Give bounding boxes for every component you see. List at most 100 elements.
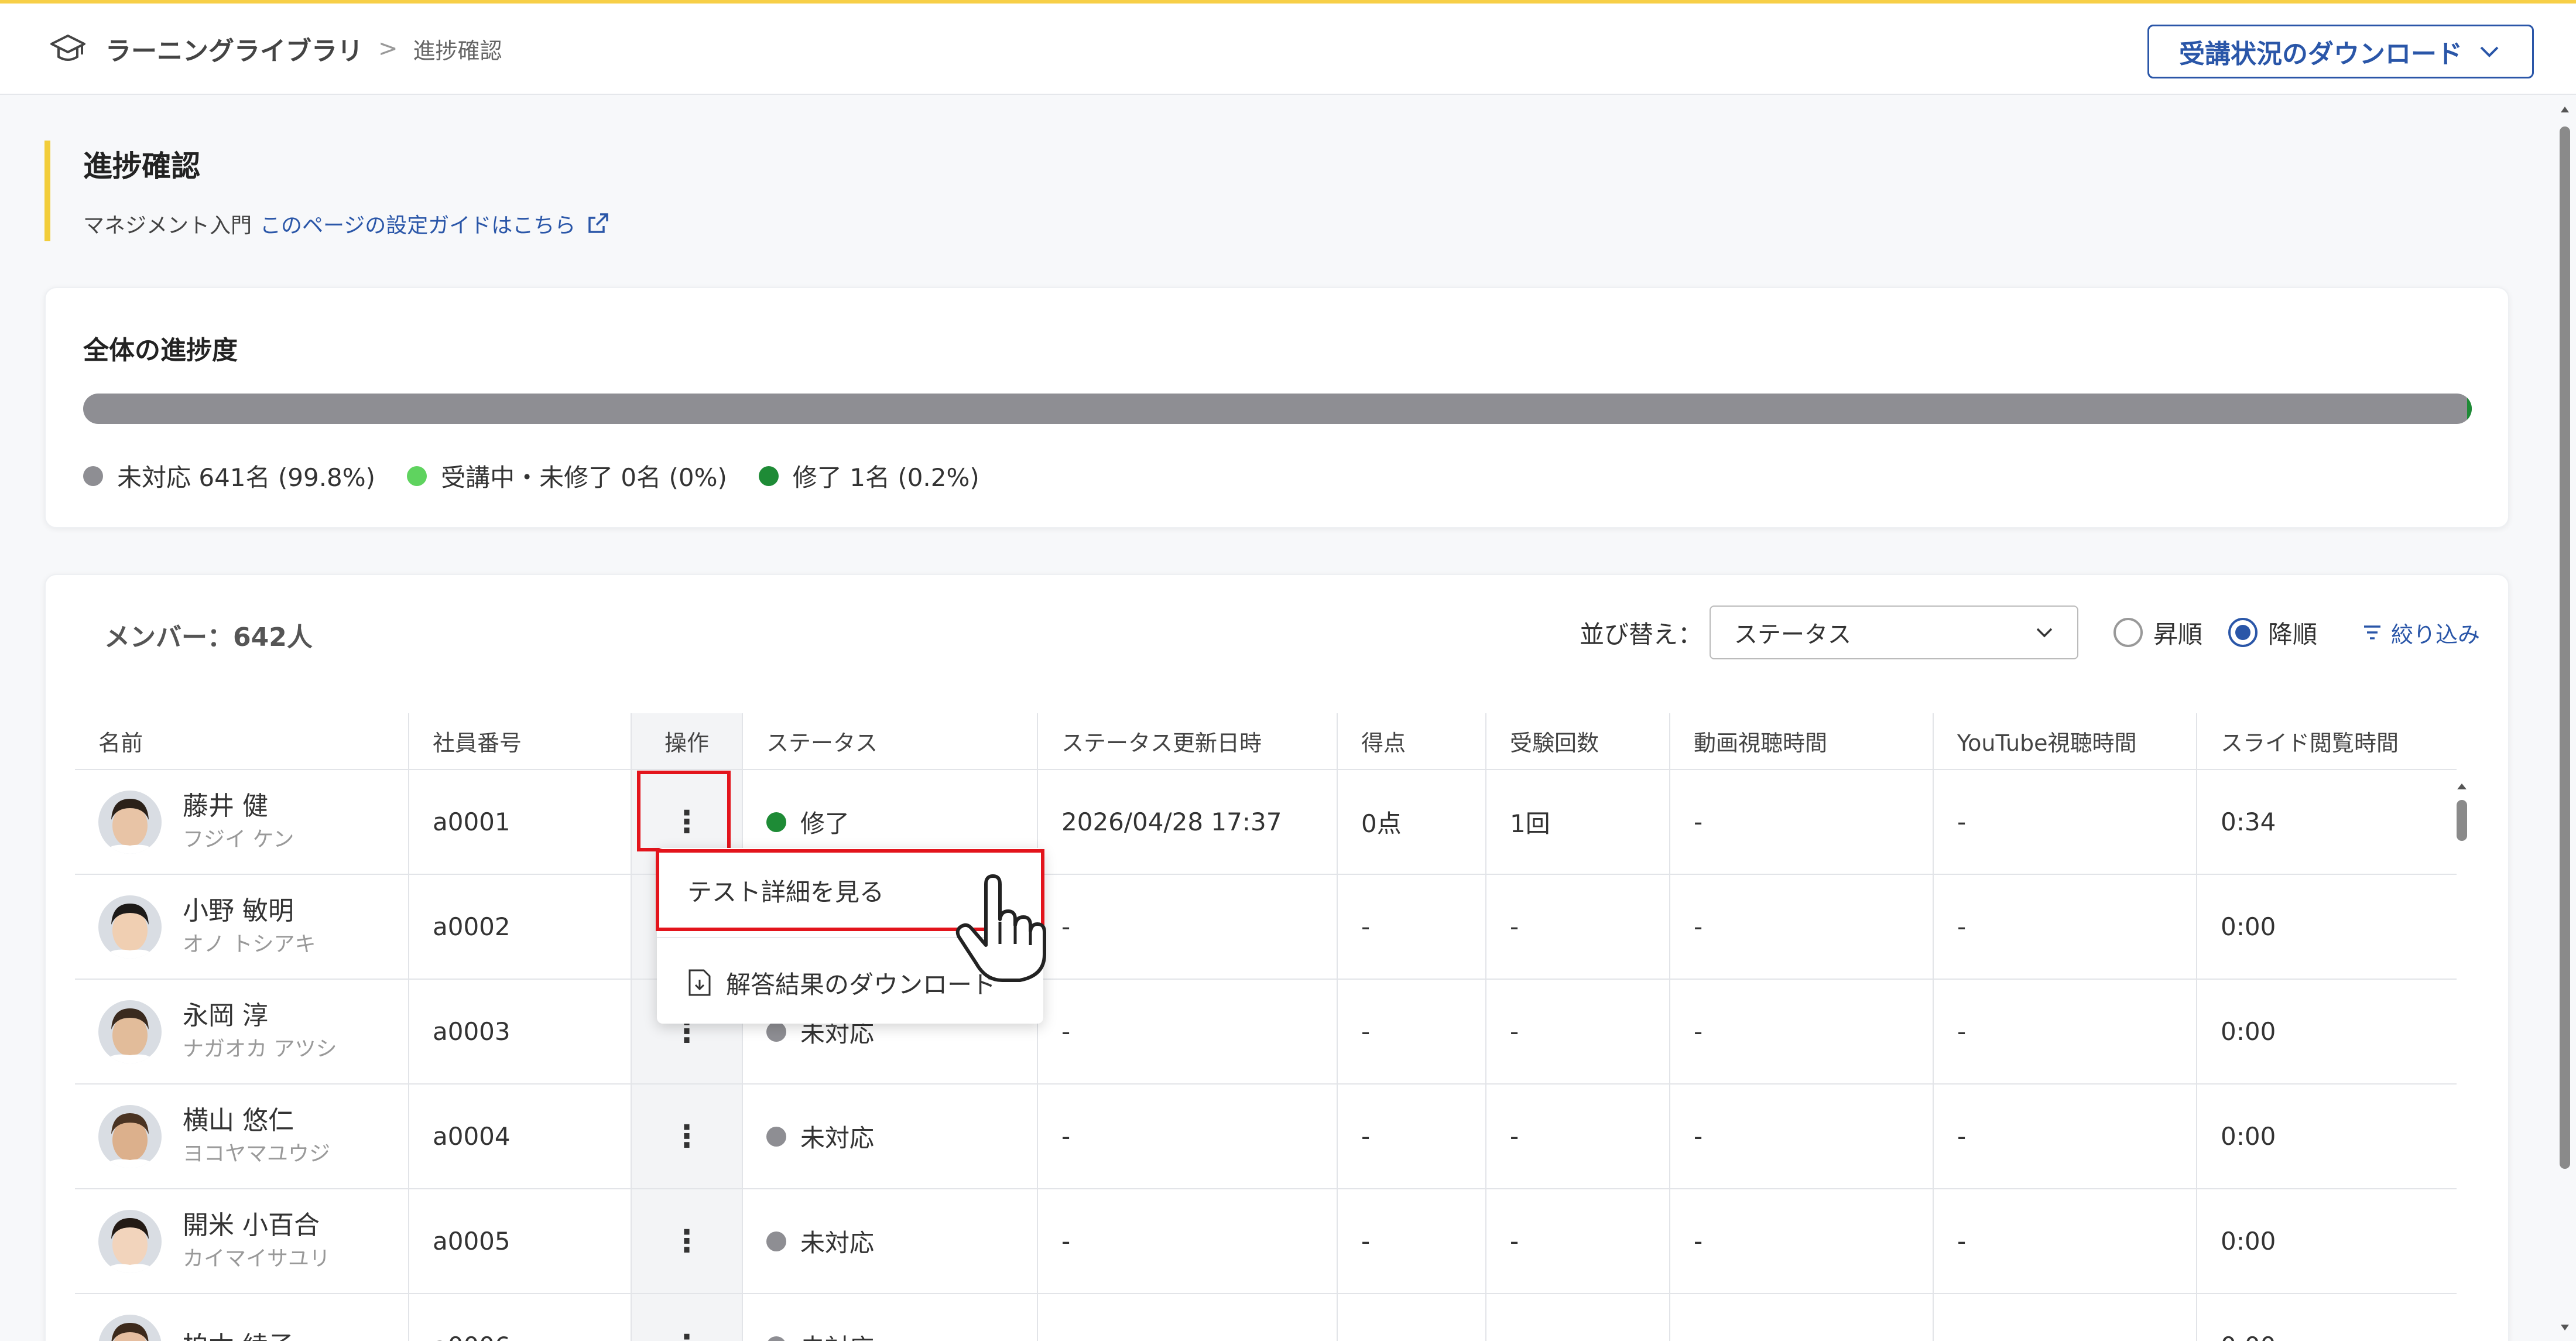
status-label: 未対応 — [800, 1124, 875, 1152]
member-name[interactable]: 柏木 綾子 — [183, 1329, 294, 1341]
table-row[interactable]: 横山 悠仁 ヨコヤマユウジ a0004 ⋮ 未対応 - - - - -0:00 — [75, 1084, 2457, 1189]
page-scrollbar-thumb[interactable] — [2560, 126, 2570, 1169]
progress-legend: 未対応 641名 (99.8%) 受講中・未修了 0名 (0%) 修了 1名 (… — [83, 458, 979, 494]
cell-youtube-time: - — [1933, 979, 2197, 1085]
cell-actions: ⋮ — [631, 1294, 743, 1341]
scroll-up-arrow-icon[interactable] — [2558, 103, 2571, 115]
column-header-status-updated: ステータス更新日時 — [1037, 713, 1338, 770]
cell-youtube-time: - — [1933, 1084, 2197, 1189]
overall-progress-title: 全体の進捗度 — [83, 336, 238, 365]
member-name-text: 小野 敏明 オノ トシアキ — [183, 894, 316, 960]
page-title: 進捗確認 — [83, 149, 200, 183]
highlight-actions-button — [637, 771, 731, 851]
radio-circle — [2113, 618, 2143, 647]
cell-score — [1337, 1294, 1486, 1341]
cell-employee-id: a0004 — [409, 1084, 632, 1189]
avatar — [98, 1314, 162, 1341]
more-options-icon[interactable]: ⋮ — [672, 1329, 702, 1341]
scroll-down-arrow-icon[interactable] — [2558, 1322, 2571, 1334]
graduation-cap-icon — [50, 35, 85, 61]
table-row[interactable]: 永岡 淳ナガオカ アツシ a0003 ⋮ 未対応 - - - - -0:00 — [75, 979, 2457, 1085]
cell-employee-id: a0002 — [409, 874, 632, 980]
download-status-button[interactable]: 受講状況のダウンロード — [2147, 25, 2534, 78]
cell-slide-time: 0:00 — [2197, 1084, 2457, 1189]
cell-status: 未対応 — [742, 1189, 1038, 1294]
legend-dot — [83, 466, 103, 486]
column-header-slide-time: スライド閲覧時間 — [2197, 713, 2457, 770]
column-header-employee-id: 社員番号 — [409, 713, 632, 770]
member-name[interactable]: 開米 小百合 — [183, 1208, 330, 1243]
cell-youtube-time: - — [1933, 1189, 2197, 1294]
table-row[interactable]: 小野 敏明オノ トシアキa0002⋮-----0:00 — [75, 874, 2457, 980]
member-name[interactable]: 永岡 淳 — [183, 998, 337, 1034]
sort-select-value: ステータス — [1734, 621, 1851, 648]
chevron-down-icon — [2480, 46, 2499, 57]
legend-dot — [758, 466, 779, 486]
column-header-status: ステータス — [742, 713, 1038, 770]
download-status-label: 受講状況のダウンロード — [2179, 39, 2462, 69]
more-options-icon[interactable]: ⋮ — [672, 1224, 702, 1259]
more-options-icon[interactable]: ⋮ — [672, 1119, 702, 1154]
cell-slide-time: 0:00 — [2197, 1189, 2457, 1294]
cell-status-updated: - — [1037, 874, 1338, 980]
order-ascending-label: 昇順 — [2153, 620, 2202, 649]
settings-guide-link[interactable]: このページの設定ガイドはこちら — [260, 208, 609, 239]
table-row[interactable]: 開米 小百合 カイマイサユリ a0005 ⋮ 未対応 - - - - -0:00 — [75, 1189, 2457, 1294]
cell-employee-id: a0005 — [409, 1189, 632, 1294]
file-download-icon — [688, 969, 711, 996]
cell-actions: ⋮ — [631, 1084, 743, 1189]
table-row[interactable]: 柏木 綾子 a0006 ⋮ 未対応 0:00 — [75, 1294, 2457, 1341]
member-kana: カイマイサユリ — [183, 1246, 331, 1271]
chevron-down-icon — [2036, 628, 2053, 638]
filter-icon — [2363, 625, 2380, 639]
cell-slide-time: 0:34 — [2197, 769, 2457, 875]
table-scrollbar[interactable] — [2453, 779, 2471, 1341]
order-ascending-radio[interactable]: 昇順 — [2113, 615, 2202, 651]
cell-youtube-time: - — [1933, 769, 2197, 875]
filter-label: 絞り込み — [2390, 621, 2480, 648]
column-header-actions: 操作 — [631, 713, 743, 770]
cell-slide-time: 0:00 — [2197, 1294, 2457, 1341]
member-kana: ナガオカ アツシ — [183, 1036, 337, 1061]
sort-select[interactable]: ステータス — [1709, 605, 2078, 659]
order-descending-radio[interactable]: 降順 — [2228, 615, 2317, 651]
progress-completed-segment — [2467, 394, 2472, 424]
legend-item: 未対応 641名 (99.8%) — [83, 458, 375, 494]
member-name[interactable]: 横山 悠仁 — [183, 1103, 330, 1138]
table-scrollbar-thumb[interactable] — [2457, 800, 2467, 841]
cell-status-updated — [1037, 1294, 1338, 1341]
cell-status-updated: 2026/04/28 17:37 — [1037, 769, 1338, 875]
sort-toolbar: 並び替え： ステータス 昇順 降順 絞り込み — [1580, 605, 2480, 659]
member-name-block: 永岡 淳ナガオカ アツシ — [98, 998, 385, 1065]
status-label: 未対応 — [800, 1229, 875, 1257]
member-kana: ヨコヤマユウジ — [183, 1141, 331, 1166]
member-name[interactable]: 藤井 健 — [183, 789, 294, 824]
status-badge: 未対応 — [766, 1328, 1013, 1341]
column-header-youtube-time: YouTube視聴時間 — [1933, 713, 2197, 770]
page-heading: 進捗確認 マネジメント入門 このページの設定ガイドはこちら — [44, 141, 806, 241]
cell-video-time: - — [1670, 874, 1934, 980]
cell-name: 柏木 綾子 — [75, 1294, 409, 1341]
breadcrumb-library[interactable]: ラーニングライブラリ — [105, 30, 363, 67]
member-name[interactable]: 小野 敏明 — [183, 894, 316, 929]
cell-status-updated: - — [1037, 979, 1338, 1085]
cell-name: 藤井 健フジイ ケン — [75, 769, 409, 875]
status-badge: 修了 — [766, 804, 1013, 840]
cell-attempts: - — [1486, 1189, 1670, 1294]
cell-actions: ⋮ — [631, 1189, 743, 1294]
page-scrollbar[interactable] — [2558, 103, 2571, 1341]
cell-video-time: - — [1670, 769, 1934, 875]
legend-dot — [407, 466, 427, 486]
table-row[interactable]: 藤井 健フジイ ケン a0001 ⋮ 修了 2026/04/28 17:37 0点 1回 - -… — [75, 769, 2457, 875]
breadcrumb-separator: > — [378, 35, 398, 62]
sort-label: 並び替え： — [1579, 620, 1703, 649]
avatar — [98, 1209, 162, 1273]
scroll-up-arrow-icon[interactable] — [2453, 779, 2471, 793]
cell-video-time: - — [1670, 1189, 1934, 1294]
cell-status: 未対応 — [742, 1084, 1038, 1189]
column-header-attempts: 受験回数 — [1486, 713, 1670, 770]
filter-button[interactable]: 絞り込み — [2361, 617, 2480, 649]
member-name-block: 藤井 健フジイ ケン — [98, 789, 385, 856]
cell-youtube-time — [1933, 1294, 2197, 1341]
cell-attempts: - — [1486, 874, 1670, 980]
